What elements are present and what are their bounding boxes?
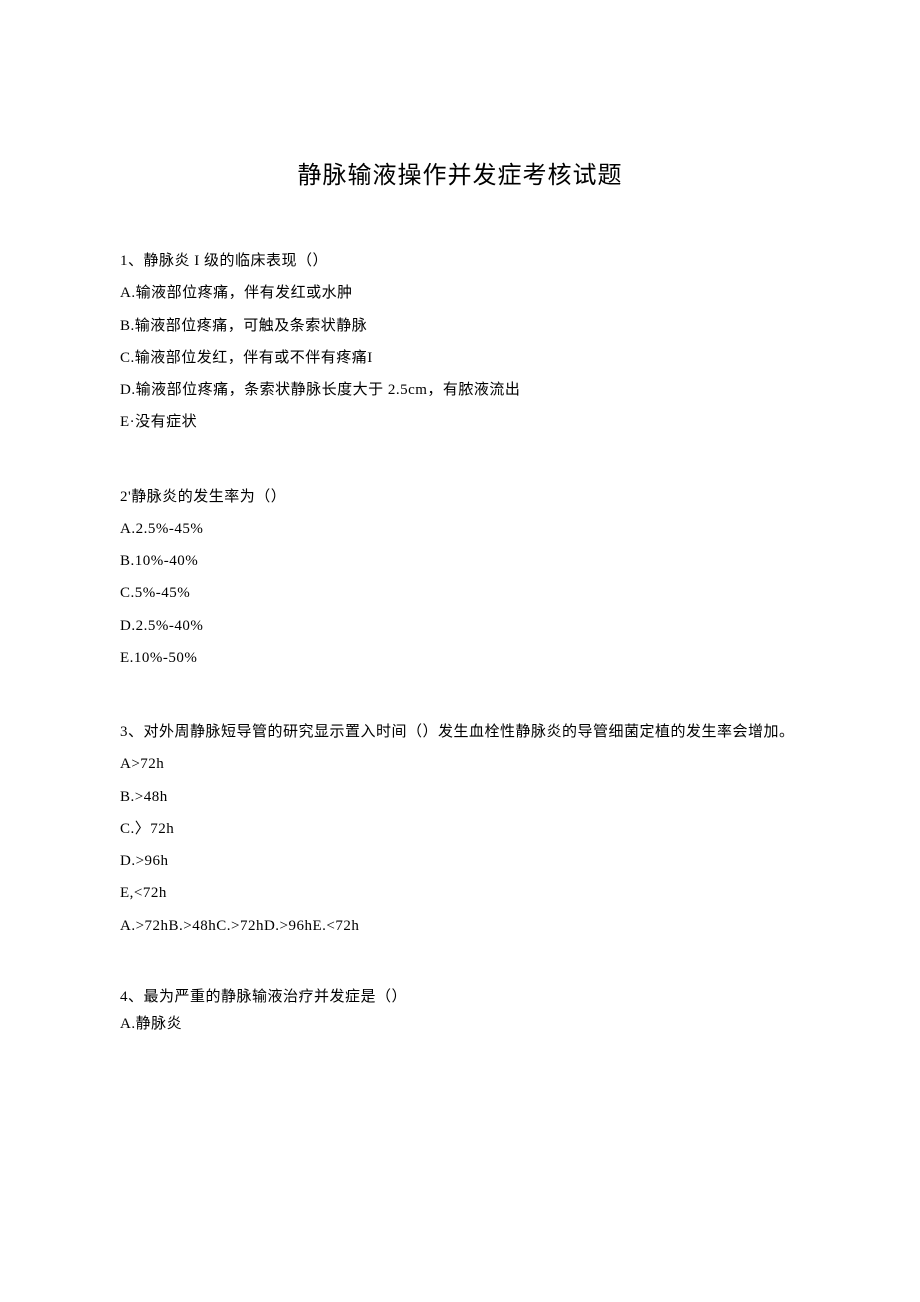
document-title: 静脉输液操作并发症考核试题	[120, 155, 800, 190]
question-3-number: 3、	[120, 724, 144, 740]
question-3-stem: 对外周静脉短导管的研究显示置入时间（）发生血栓性静脉炎的导管细菌定植的发生率会增…	[144, 724, 795, 740]
question-1-number: 1、	[120, 253, 144, 269]
question-2-stem: 静脉炎的发生率为（）	[131, 489, 286, 505]
question-2-option-a: A.2.5%-45%	[120, 513, 800, 545]
question-3-option-combined: A.>72hB.>48hC.>72hD.>96hE.<72h	[120, 910, 800, 942]
question-1: 1、静脉炎 I 级的临床表现（） A.输液部位疼痛，伴有发红或水肿 B.输液部位…	[120, 245, 800, 439]
question-1-option-a: A.输液部位疼痛，伴有发红或水肿	[120, 277, 800, 309]
question-3-option-c: C.〉72h	[120, 813, 800, 845]
question-4-number: 4、	[120, 989, 144, 1005]
question-1-stem: 静脉炎 I 级的临床表现（）	[144, 253, 329, 269]
question-3: 3、对外周静脉短导管的研究显示置入时间（）发生血栓性静脉炎的导管细菌定植的发生率…	[120, 716, 800, 942]
question-2-option-c: C.5%-45%	[120, 577, 800, 609]
question-2-text: 2'静脉炎的发生率为（）	[120, 481, 800, 513]
question-1-option-b: B.输液部位疼痛，可触及条索状静脉	[120, 310, 800, 342]
question-4-stem: 最为严重的静脉输液治疗并发症是（）	[144, 989, 408, 1005]
question-3-text: 3、对外周静脉短导管的研究显示置入时间（）发生血栓性静脉炎的导管细菌定植的发生率…	[120, 716, 800, 748]
question-1-text: 1、静脉炎 I 级的临床表现（）	[120, 245, 800, 277]
question-3-option-b: B.>48h	[120, 781, 800, 813]
question-4-option-a: A.静脉炎	[120, 1011, 800, 1038]
question-1-option-c: C.输液部位发红，伴有或不伴有疼痛I	[120, 342, 800, 374]
question-3-option-e: E,<72h	[120, 877, 800, 909]
question-2-option-d: D.2.5%-40%	[120, 610, 800, 642]
question-2-option-b: B.10%-40%	[120, 545, 800, 577]
question-3-option-d: D.>96h	[120, 845, 800, 877]
question-1-option-d: D.输液部位疼痛，条索状静脉长度大于 2.5cm，有脓液流出	[120, 374, 800, 406]
question-4-text: 4、最为严重的静脉输液治疗并发症是（）	[120, 984, 800, 1011]
question-2-number: 2'	[120, 489, 131, 505]
question-1-option-e: E·没有症状	[120, 406, 800, 438]
question-4: 4、最为严重的静脉输液治疗并发症是（） A.静脉炎	[120, 984, 800, 1038]
question-3-option-a: A>72h	[120, 748, 800, 780]
question-2-option-e: E.10%-50%	[120, 642, 800, 674]
question-2: 2'静脉炎的发生率为（） A.2.5%-45% B.10%-40% C.5%-4…	[120, 481, 800, 675]
